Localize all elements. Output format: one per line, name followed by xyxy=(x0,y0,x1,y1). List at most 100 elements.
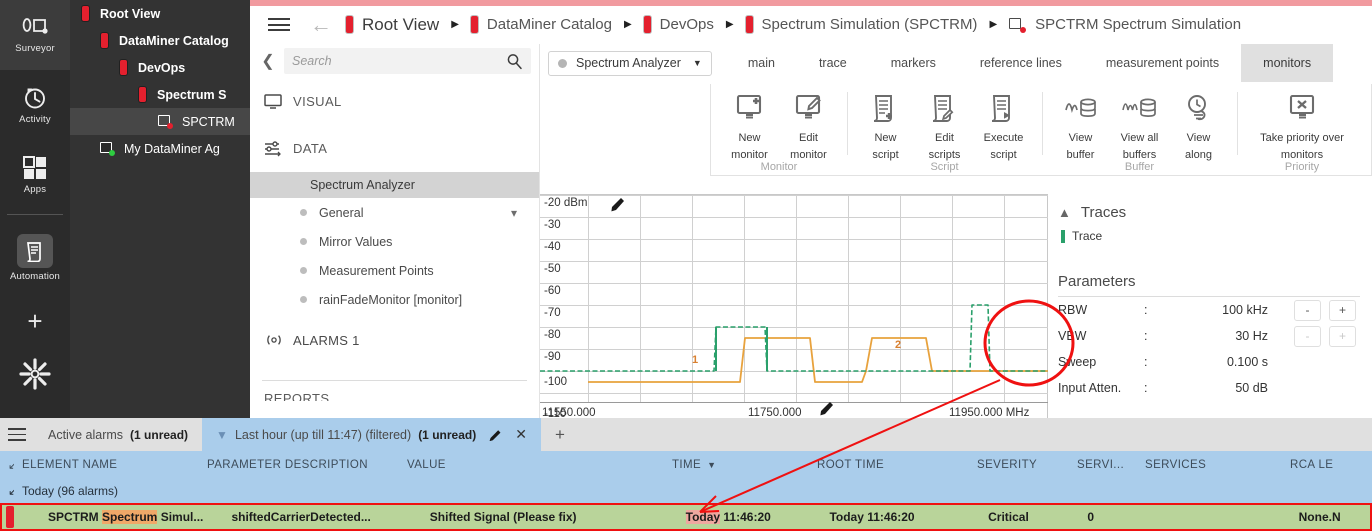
console-tab-label: Last hour (up till 11:47) (filtered) xyxy=(235,428,411,442)
rail-item-automation[interactable]: Automation xyxy=(0,223,70,293)
chevron-up-icon[interactable]: ▲ xyxy=(1058,205,1071,220)
tree-item-my-dataminer-agent[interactable]: My DataMiner Ag xyxy=(70,135,250,162)
element-icon xyxy=(100,142,115,155)
rail-item-starburst[interactable] xyxy=(0,349,70,399)
trace-color-swatch xyxy=(1061,230,1065,243)
traces-header[interactable]: ▲ Traces xyxy=(1058,204,1372,221)
tree-item-devops[interactable]: DevOps xyxy=(70,54,250,81)
column-header-rca-level[interactable]: RCA LE xyxy=(1282,459,1362,471)
column-header-severity[interactable]: SEVERITY xyxy=(969,459,1069,471)
nav-item-mirror-values[interactable]: Mirror Values xyxy=(250,227,539,256)
rail-item-add[interactable]: + xyxy=(0,293,70,349)
button-label-line2: script xyxy=(990,149,1016,162)
vbw-increment-button[interactable]: + xyxy=(1329,326,1356,347)
breadcrumb-item-devops[interactable]: DevOps xyxy=(644,16,714,33)
chevron-left-icon[interactable]: ❮ xyxy=(258,51,278,71)
parameter-name: VBW xyxy=(1058,329,1144,343)
parameter-value: 50 dB xyxy=(1184,381,1268,395)
hamburger-icon[interactable] xyxy=(0,418,34,451)
breadcrumb-item-spectrum-simulation[interactable]: Spectrum Simulation (SPCTRM) xyxy=(746,16,978,33)
hamburger-icon[interactable] xyxy=(260,18,298,31)
nav-item-measurement-points[interactable]: Measurement Points xyxy=(250,256,539,285)
column-header-element-name[interactable]: ELEMENT NAME xyxy=(14,459,199,471)
column-header-value[interactable]: VALUE xyxy=(399,459,664,471)
element-icon xyxy=(1009,18,1026,32)
rbw-decrement-button[interactable]: - xyxy=(1294,300,1321,321)
alarm-group-row[interactable]: ↙ Today (96 alarms) xyxy=(0,478,1372,503)
nav-section-visual[interactable]: VISUAL xyxy=(250,78,539,125)
column-header-time-label: TIME xyxy=(672,459,701,471)
alarm-state-icon xyxy=(120,60,127,75)
console-tab-active-alarms[interactable]: Active alarms (1 unread) xyxy=(34,418,202,451)
edit-monitor-button[interactable]: Edit monitor xyxy=(780,90,837,161)
vbw-decrement-button[interactable]: - xyxy=(1294,326,1321,347)
tab-monitors[interactable]: monitors xyxy=(1241,44,1333,82)
table-row[interactable]: SPCTRM Spectrum Simul... shiftedCarrierD… xyxy=(0,503,1372,531)
back-arrow-icon[interactable]: ← xyxy=(310,14,332,36)
tab-trace[interactable]: trace xyxy=(797,44,869,82)
close-icon[interactable]: ✕ xyxy=(515,426,527,443)
rail-item-apps[interactable]: Apps xyxy=(0,140,70,210)
nav-item-rainfade-monitor[interactable]: rainFadeMonitor [monitor] xyxy=(250,285,539,314)
nav-section-reports[interactable]: REPORTS xyxy=(250,391,539,401)
button-label-line2: monitors xyxy=(1281,149,1323,162)
tab-main[interactable]: main xyxy=(726,44,797,82)
tab-markers[interactable]: markers xyxy=(869,44,958,82)
new-monitor-icon xyxy=(734,90,766,128)
button-label-line1: New xyxy=(738,132,760,145)
column-header-root-time[interactable]: ROOT TIME xyxy=(809,459,969,471)
alarm-state-icon xyxy=(471,16,478,33)
execute-script-button[interactable]: Execute script xyxy=(975,90,1032,161)
column-header-parameter-description[interactable]: PARAMETER DESCRIPTION xyxy=(199,459,399,471)
column-header-services[interactable]: SERVICES xyxy=(1137,459,1282,471)
breadcrumb-item-root-view[interactable]: Root View xyxy=(346,15,439,35)
tree-item-spctrm[interactable]: SPCTRM xyxy=(70,108,250,135)
cell-services-count: 0 xyxy=(1079,510,1146,524)
row-collapse-icon[interactable]: ↙ xyxy=(0,458,14,472)
chart-marker-2: 2 xyxy=(895,339,901,351)
view-all-buffers-button[interactable]: View all buffers xyxy=(1111,90,1168,161)
chevron-down-icon[interactable]: ▾ xyxy=(511,206,517,220)
rail-item-surveyor[interactable]: Surveyor xyxy=(0,0,70,70)
tab-reference-lines[interactable]: reference lines xyxy=(958,44,1084,82)
edit-scripts-button[interactable]: Edit scripts xyxy=(916,90,973,161)
new-script-button[interactable]: New script xyxy=(857,90,914,161)
tab-measurement-points[interactable]: measurement points xyxy=(1084,44,1241,82)
view-buffer-button[interactable]: View buffer xyxy=(1052,90,1109,161)
breadcrumb: ← Root View ▶ DataMiner Catalog ▶ DevOps… xyxy=(250,6,1372,44)
bullet-icon xyxy=(300,209,307,216)
rail-item-label: Apps xyxy=(24,184,46,195)
nav-item-general[interactable]: General ▾ xyxy=(250,198,539,227)
rail-item-activity[interactable]: Activity xyxy=(0,70,70,140)
tree-item-spectrum-simulation[interactable]: Spectrum S xyxy=(70,81,250,108)
spectrum-plot[interactable]: 1 2 -20 dBm -30 -40 -50 -60 -70 -80 -90 … xyxy=(540,195,1048,423)
analyzer-selector[interactable]: Spectrum Analyzer ▼ xyxy=(548,51,712,76)
nav-section-alarms[interactable]: ALARMS 1 xyxy=(250,322,539,358)
parameter-value: 0.100 s xyxy=(1184,355,1268,369)
rbw-increment-button[interactable]: + xyxy=(1329,300,1356,321)
add-console-tab-button[interactable]: + xyxy=(541,418,579,451)
search-input[interactable]: Search xyxy=(284,48,531,74)
analyzer-tabs-row: Spectrum Analyzer ▼ main trace markers r… xyxy=(540,44,1372,82)
column-header-services-count[interactable]: SERVI... xyxy=(1069,459,1137,471)
new-monitor-button[interactable]: New monitor xyxy=(721,90,778,161)
breadcrumb-item-dataminer-catalog[interactable]: DataMiner Catalog xyxy=(471,16,612,33)
take-priority-button[interactable]: Take priority over monitors xyxy=(1247,90,1357,161)
parameter-row-input-atten: Input Atten. : 50 dB xyxy=(1058,375,1372,401)
column-header-time[interactable]: TIME ▼ xyxy=(664,459,809,471)
spectrum-chart[interactable]: 1 2 -20 dBm -30 -40 -50 -60 -70 -80 -90 … xyxy=(540,194,1048,418)
nav-section-data[interactable]: DATA xyxy=(250,125,539,172)
tree-item-root-view[interactable]: Root View xyxy=(70,0,250,27)
trace-legend-item[interactable]: Trace xyxy=(1061,229,1372,243)
nav-selected-header[interactable]: Spectrum Analyzer xyxy=(250,172,539,198)
chevron-down-icon: ▼ xyxy=(693,58,702,68)
tree-item-label: Spectrum S xyxy=(157,88,226,102)
tree-item-dataminer-catalog[interactable]: DataMiner Catalog xyxy=(70,27,250,54)
pencil-icon[interactable] xyxy=(489,428,502,441)
collapse-icon[interactable]: ↙ xyxy=(0,484,14,498)
sliders-icon xyxy=(264,140,282,157)
cell-element-name: SPCTRM Spectrum Simul... xyxy=(40,510,223,524)
view-along-button[interactable]: View along xyxy=(1170,90,1227,161)
console-tab-last-hour[interactable]: ▼ Last hour (up till 11:47) (filtered) (… xyxy=(202,418,541,451)
breadcrumb-item-spctrm-element[interactable]: SPCTRM Spectrum Simulation xyxy=(1009,16,1241,33)
